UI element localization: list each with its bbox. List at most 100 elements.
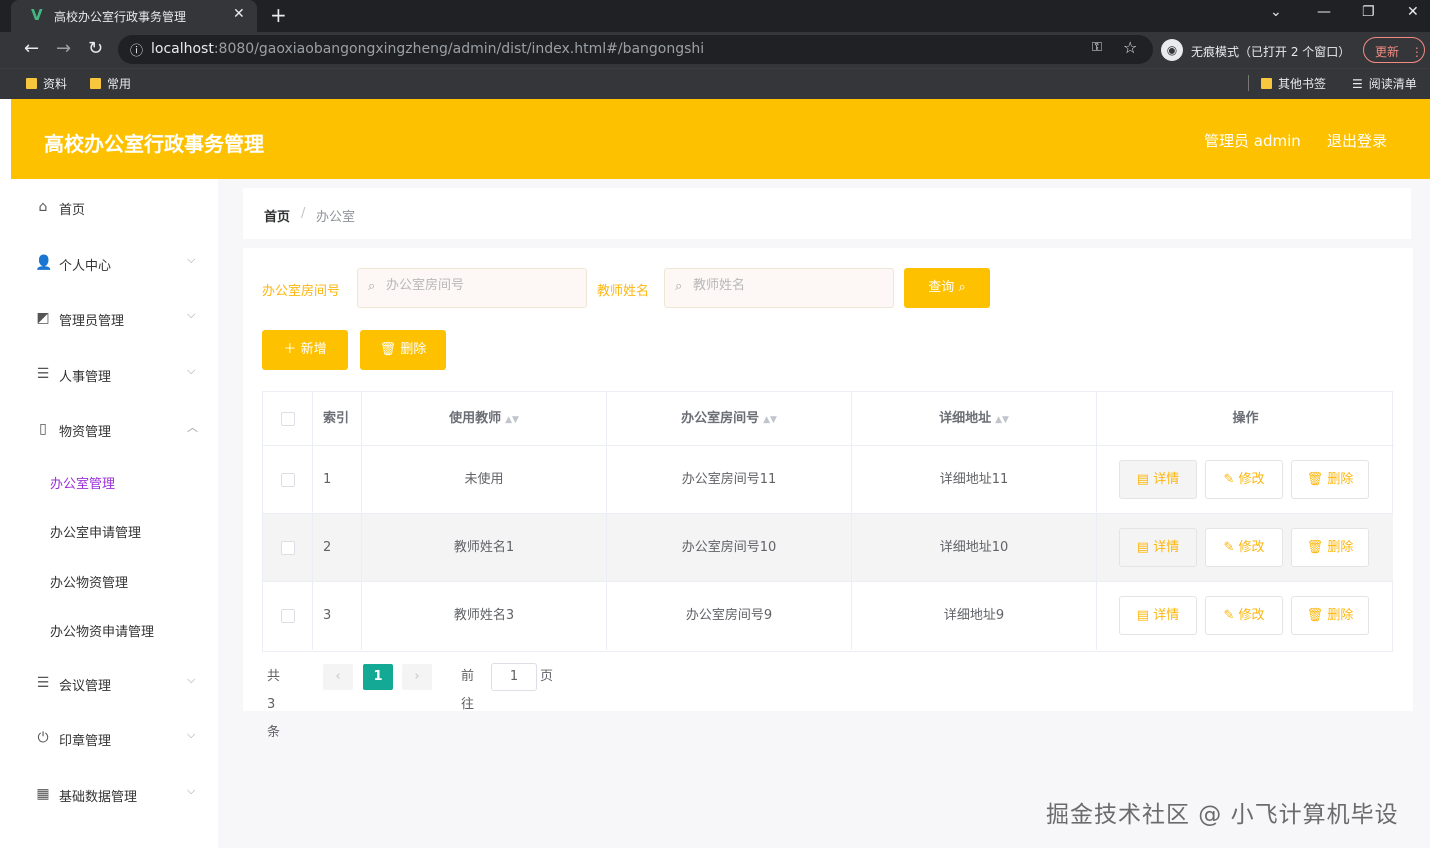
table-row: 1 未使用 办公室房间号11 详细地址11 ▤ 详情 ✎ 修改 🗑 删除 — [263, 446, 1393, 514]
new-tab-icon[interactable]: + — [270, 3, 287, 27]
forward-icon[interactable]: → — [56, 38, 71, 59]
cell-teacher: 教师姓名1 — [362, 514, 607, 582]
bookmark-other[interactable]: 其他书签 — [1261, 75, 1326, 92]
sidebar-item-supplies[interactable]: ▯ 物资管理 ︿ — [11, 411, 218, 451]
prev-page-icon[interactable]: ‹ — [323, 664, 353, 690]
teacher-search-input[interactable] — [693, 278, 883, 293]
tab-search-icon[interactable]: ⌄ — [1270, 4, 1282, 20]
cell-teacher: 未使用 — [362, 446, 607, 514]
sidebar-item-meeting[interactable]: ☰ 会议管理 ⌵ — [11, 665, 218, 705]
document-icon: ▤ — [1136, 540, 1150, 555]
bookmark-star-icon[interactable]: ☆ — [1123, 38, 1137, 57]
breadcrumb-separator: / — [301, 206, 306, 221]
window-close-icon[interactable]: ✕ — [1407, 4, 1419, 20]
sidebar-item-personal[interactable]: 👤 个人中心 ⌵ — [11, 245, 218, 285]
detail-button[interactable]: ▤ 详情 — [1119, 528, 1197, 567]
row-checkbox-cell — [263, 514, 313, 582]
detail-button[interactable]: ▤ 详情 — [1119, 596, 1197, 635]
info-icon[interactable]: ⓘ — [130, 40, 143, 59]
room-search-field[interactable]: ⌕ — [357, 268, 587, 308]
sort-icon[interactable]: ▲▼ — [763, 415, 777, 425]
chevron-down-icon: ⌵ — [187, 673, 196, 686]
bookmark-folder-ziliao[interactable]: 资料 — [26, 75, 67, 92]
office-table: 索引 使用教师 ▲▼ 办公室房间号 ▲▼ 详细地址 ▲▼ 操作 1 未使用 办公室房间… — [262, 391, 1394, 652]
cell-actions: ▤ 详情 ✎ 修改 🗑 删除 — [1097, 446, 1393, 514]
teacher-search-field[interactable]: ⌕ — [664, 268, 894, 308]
breadcrumb-current: 办公室 — [316, 210, 356, 225]
sidebar-item-label: 人事管理 — [59, 370, 112, 385]
delete-button[interactable]: 🗑 删除 — [1291, 528, 1369, 567]
col-address[interactable]: 详细地址 ▲▼ — [852, 392, 1097, 446]
chevron-down-icon: ⌵ — [187, 308, 196, 321]
back-icon[interactable]: ← — [24, 38, 39, 59]
select-all-checkbox[interactable] — [280, 411, 295, 426]
tab-close-icon[interactable]: ✕ — [233, 6, 245, 22]
update-button[interactable]: 更新 ⋮ — [1363, 37, 1425, 63]
incognito-label: 无痕模式（已打开 2 个窗口） — [1191, 45, 1351, 59]
sort-icon[interactable]: ▲▼ — [505, 415, 519, 425]
submenu-supplies[interactable]: 办公物资管理 — [50, 572, 128, 591]
incognito-icon[interactable]: ◉ — [1161, 39, 1183, 61]
chevron-down-icon: ⌵ — [187, 364, 196, 377]
password-key-icon[interactable]: ⚿ — [1092, 40, 1102, 55]
col-room[interactable]: 办公室房间号 ▲▼ — [607, 392, 852, 446]
row-checkbox[interactable] — [280, 540, 295, 555]
edit-button[interactable]: ✎ 修改 — [1205, 528, 1283, 567]
sort-icon[interactable]: ▲▼ — [995, 415, 1009, 425]
home-icon: ⌂ — [38, 199, 48, 215]
submenu-supplies-apply[interactable]: 办公物资申请管理 — [50, 621, 154, 640]
content-card: 办公室房间号 ⌕ 教师姓名 ⌕ 查询 ⌕ ＋ 新增 🗑 删除 索引 使用教师▲▼… — [243, 248, 1413, 740]
col-index: 索引 — [313, 392, 362, 446]
chevron-down-icon: ⌵ — [187, 253, 196, 266]
edit-button[interactable]: ✎ 修改 — [1205, 596, 1283, 635]
select-all-header — [263, 392, 313, 446]
minimize-icon[interactable]: — — [1317, 4, 1331, 20]
row-checkbox-cell — [263, 582, 313, 650]
document-icon: ▤ — [1136, 608, 1150, 623]
bookmark-folder-changyong[interactable]: 常用 — [90, 75, 131, 92]
tab-title: 高校办公室行政事务管理 — [54, 10, 187, 24]
delete-button[interactable]: 🗑 删除 — [1291, 460, 1369, 499]
submenu-office[interactable]: 办公室管理 — [50, 473, 115, 492]
bookmarks-separator — [1248, 75, 1249, 91]
edit-button[interactable]: ✎ 修改 — [1205, 460, 1283, 499]
reload-icon[interactable]: ↻ — [88, 38, 103, 59]
restore-icon[interactable]: ❐ — [1362, 4, 1375, 20]
detail-button[interactable]: ▤ 详情 — [1119, 460, 1197, 499]
row-checkbox[interactable] — [280, 472, 295, 487]
delete-button-label: 删除 — [400, 342, 427, 357]
sidebar-item-label: 首页 — [59, 203, 86, 218]
sidebar-item-admins[interactable]: ◩ 管理员管理 ⌵ — [11, 300, 218, 340]
reading-list[interactable]: ☰ 阅读清单 — [1352, 75, 1417, 92]
sidebar-item-hr[interactable]: ☰ 人事管理 ⌵ — [11, 356, 218, 396]
cell-address: 详细地址10 — [852, 514, 1097, 582]
breadcrumb-home[interactable]: 首页 — [264, 206, 290, 225]
sidebar-item-label: 个人中心 — [59, 259, 112, 274]
col-teacher[interactable]: 使用教师 ▲▼ — [362, 392, 607, 446]
room-search-input[interactable] — [386, 278, 576, 293]
add-button[interactable]: ＋ 新增 — [262, 330, 348, 370]
goto-page-input[interactable]: 1 — [491, 663, 537, 691]
current-user: 管理员 admin — [1204, 132, 1301, 150]
cell-address: 详细地址9 — [852, 582, 1097, 650]
chart-icon: ◩ — [36, 310, 50, 326]
next-page-icon[interactable]: › — [402, 664, 432, 690]
sidebar-item-seal[interactable]: ⏻ 印章管理 ⌵ — [11, 720, 218, 760]
delete-button[interactable]: 🗑 删除 — [1291, 596, 1369, 635]
page-number-current[interactable]: 1 — [363, 664, 393, 690]
browser-tab[interactable]: V 高校办公室行政事务管理 ✕ — [11, 0, 257, 32]
power-icon: ⏻ — [37, 730, 49, 746]
sidebar-item-basedata[interactable]: ▦ 基础数据管理 ⌵ — [11, 776, 218, 816]
cell-index: 2 — [313, 514, 362, 582]
row-checkbox[interactable] — [280, 608, 295, 623]
address-bar[interactable]: ⓘ localhost:8080/gaoxiaobangongxingzheng… — [118, 35, 1153, 64]
batch-delete-button[interactable]: 🗑 删除 — [360, 330, 446, 370]
folder-icon — [26, 78, 37, 89]
page-suffix: 页 — [540, 669, 554, 684]
submenu-office-apply[interactable]: 办公室申请管理 — [50, 522, 141, 541]
sidebar-item-home[interactable]: ⌂ 首页 — [11, 189, 218, 229]
query-button[interactable]: 查询 ⌕ — [904, 268, 990, 308]
breadcrumb: 首页 / 办公室 — [243, 188, 1411, 239]
user-icon: 👤 — [35, 255, 53, 271]
logout-link[interactable]: 退出登录 — [1327, 130, 1387, 151]
